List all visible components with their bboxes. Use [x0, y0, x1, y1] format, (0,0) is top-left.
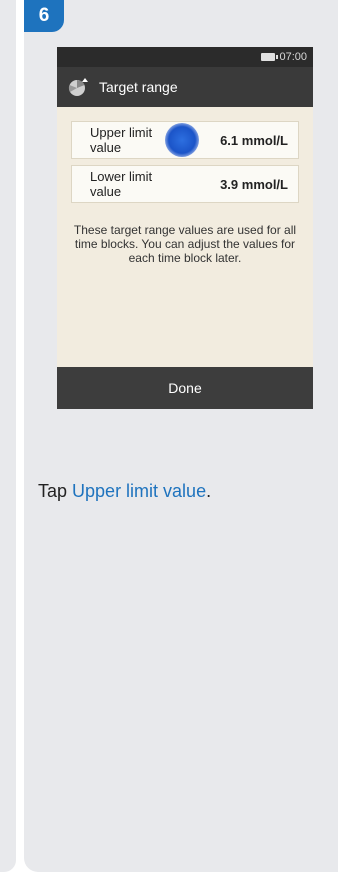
- instruction-text: Tap Upper limit value.: [38, 481, 211, 502]
- info-text: These target range values are used for a…: [73, 223, 297, 265]
- instruction-suffix: .: [206, 481, 212, 501]
- tap-indicator: [165, 123, 199, 157]
- device-screen: 07:00 Target range Upper limit value 6.1…: [57, 47, 313, 409]
- step-number-badge: 6: [24, 0, 64, 32]
- status-bar: 07:00: [57, 47, 313, 67]
- status-time: 07:00: [279, 51, 307, 63]
- screen-title: Target range: [99, 79, 178, 95]
- lower-limit-value: 3.9 mmol/L: [220, 176, 288, 192]
- upper-limit-label: Upper limit value: [90, 125, 153, 155]
- done-button[interactable]: Done: [57, 367, 313, 409]
- battery-icon: [261, 53, 279, 61]
- instruction-prefix: Tap: [38, 481, 73, 501]
- target-range-icon: [68, 78, 88, 96]
- lower-limit-row[interactable]: Lower limit value 3.9 mmol/L: [71, 165, 299, 203]
- upper-limit-value: 6.1 mmol/L: [220, 132, 288, 148]
- title-bar: Target range: [57, 67, 313, 107]
- lower-limit-label: Lower limit value: [90, 169, 153, 199]
- previous-step-panel: [0, 0, 16, 872]
- instruction-link: Upper limit value: [72, 481, 207, 501]
